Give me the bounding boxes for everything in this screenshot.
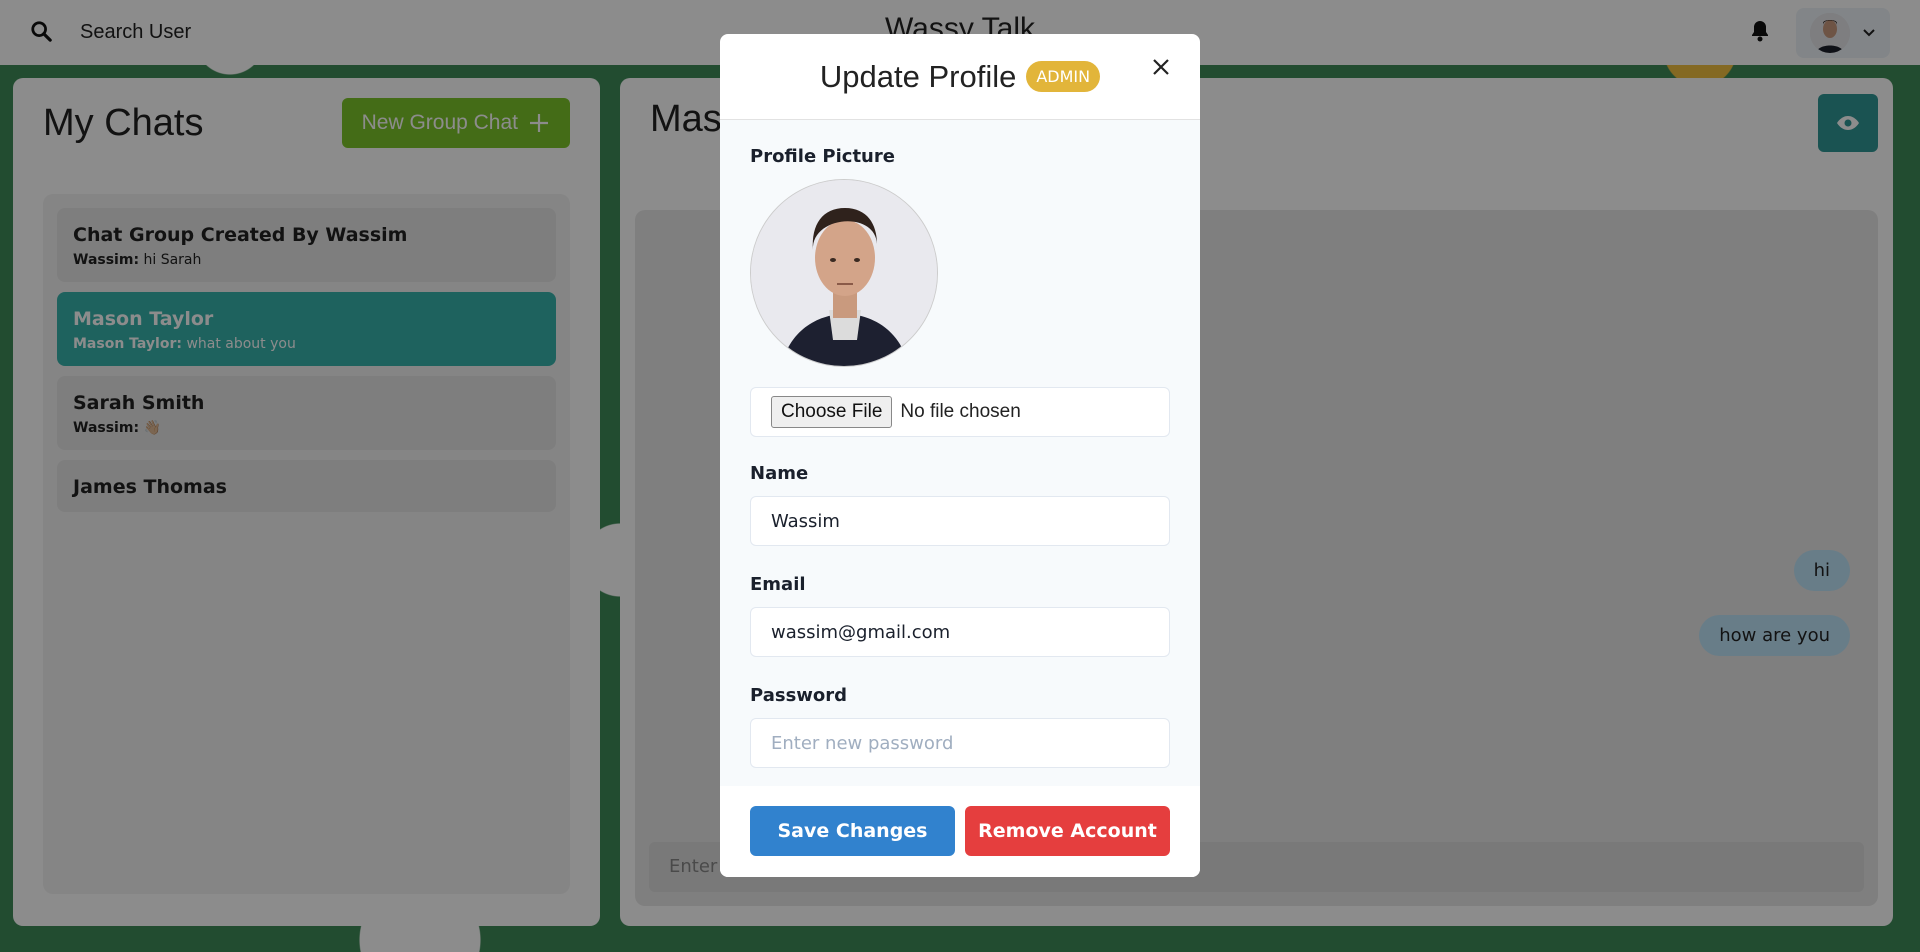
name-label: Name bbox=[750, 463, 809, 484]
password-label: Password bbox=[750, 685, 848, 706]
update-profile-modal: Update Profile ADMIN Profile Picture Cho… bbox=[720, 34, 1200, 877]
file-input: Choose File No file chosen bbox=[750, 387, 1170, 437]
save-changes-button[interactable]: Save Changes bbox=[750, 806, 955, 856]
name-field[interactable] bbox=[750, 496, 1170, 546]
modal-title: Update Profile bbox=[819, 58, 1017, 94]
profile-picture-label: Profile Picture bbox=[750, 146, 895, 167]
email-label: Email bbox=[750, 574, 806, 595]
admin-badge: ADMIN bbox=[1026, 61, 1101, 92]
modal-body: Profile Picture Choose File No file chos… bbox=[720, 120, 1200, 786]
modal-footer: Save Changes Remove Account bbox=[720, 786, 1200, 877]
no-file-label: No file chosen bbox=[900, 401, 1021, 422]
password-field[interactable] bbox=[750, 718, 1170, 768]
choose-file-button[interactable]: Choose File bbox=[771, 396, 893, 428]
remove-account-button[interactable]: Remove Account bbox=[965, 806, 1170, 856]
close-icon[interactable] bbox=[1146, 52, 1176, 82]
email-field[interactable] bbox=[750, 607, 1170, 657]
profile-picture bbox=[750, 179, 938, 367]
modal-header: Update Profile ADMIN bbox=[720, 34, 1200, 120]
